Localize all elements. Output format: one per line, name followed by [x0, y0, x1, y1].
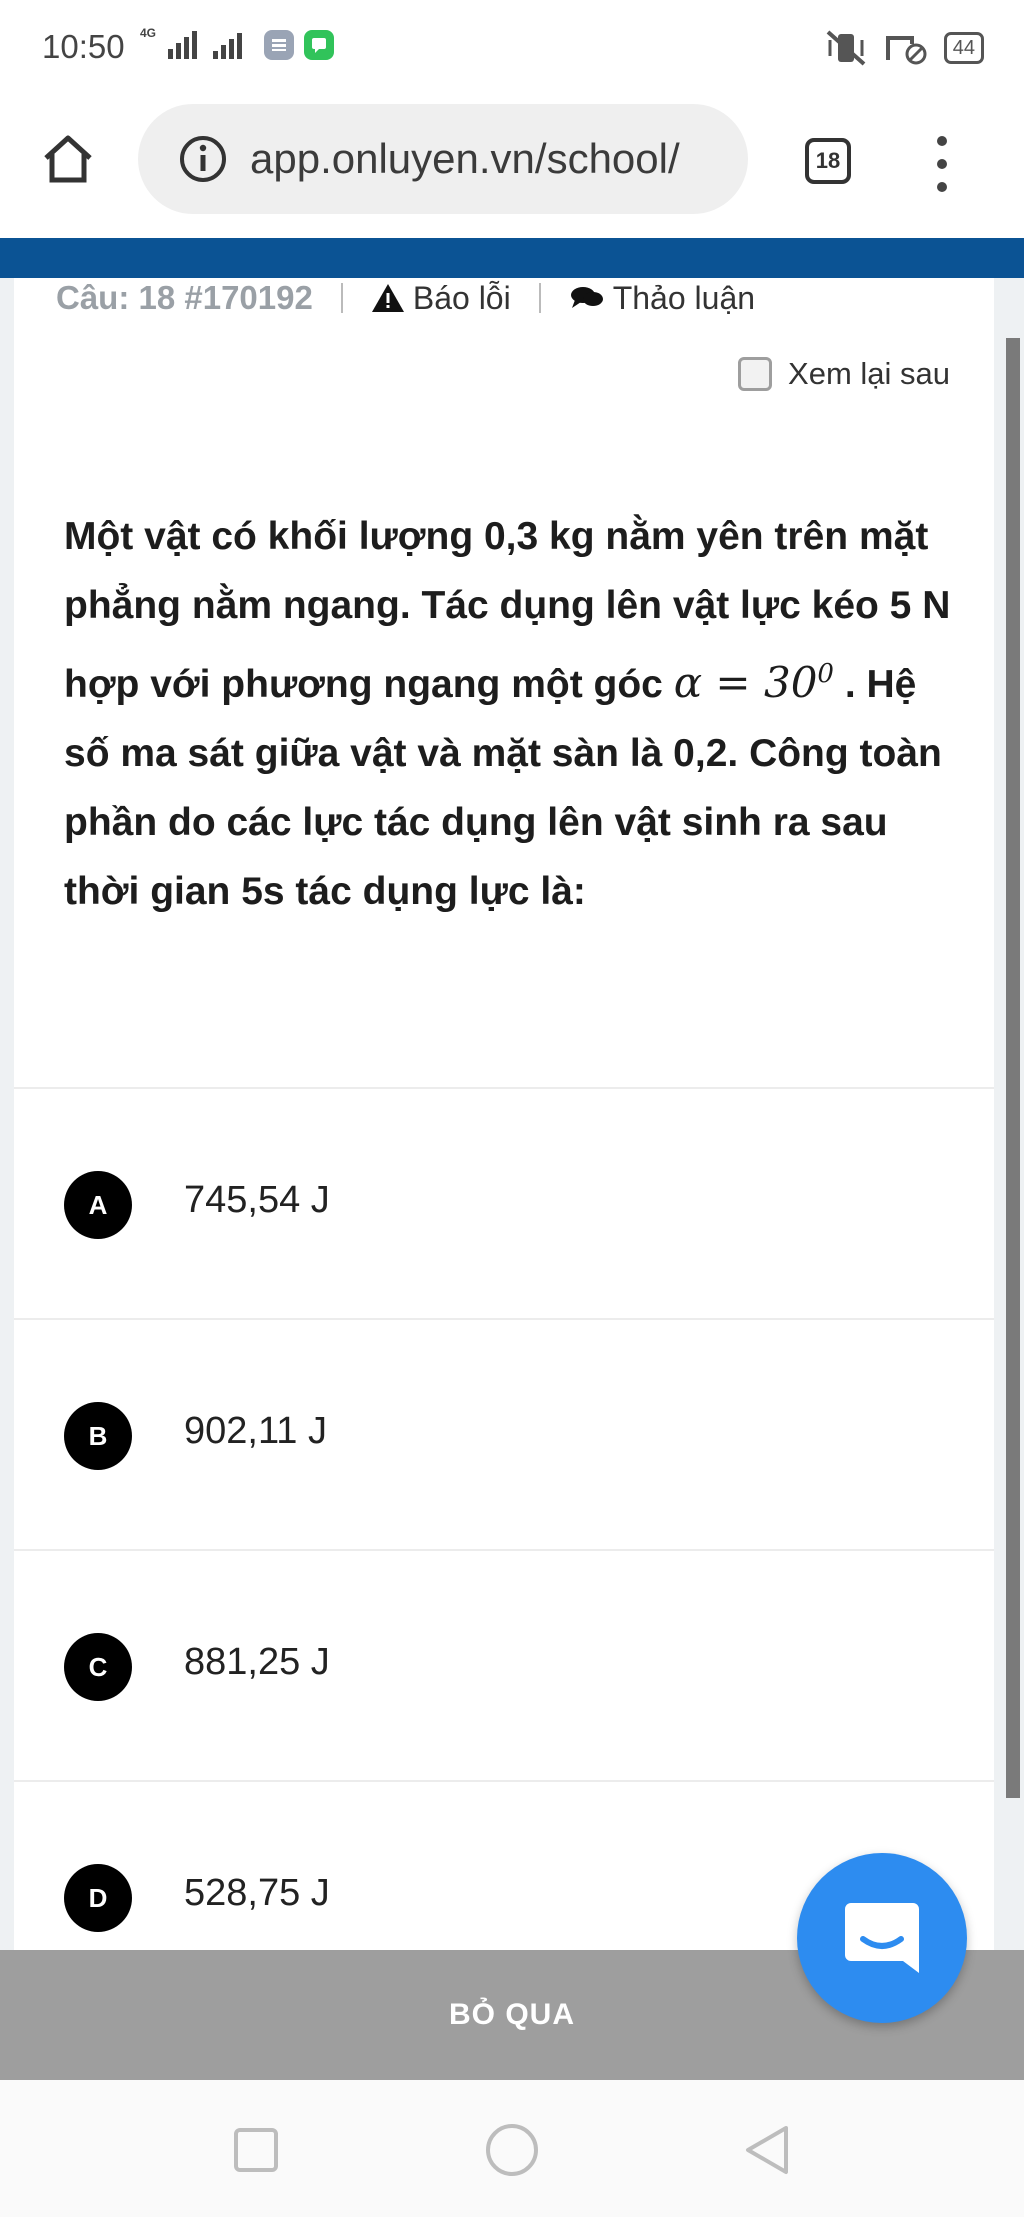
- answer-option-c[interactable]: C 881,25 J: [14, 1549, 994, 1780]
- math-exponent: 0: [817, 659, 834, 689]
- browser-toolbar: app.onluyen.vn/school/ 18: [0, 100, 1024, 238]
- answer-letter-badge: C: [64, 1633, 132, 1701]
- no-sim-icon: [885, 36, 927, 65]
- status-right-icons: 44: [824, 30, 984, 66]
- home-icon[interactable]: [40, 130, 96, 186]
- discussion-label: Thảo luận: [612, 279, 756, 316]
- app-notification-icon: [264, 30, 295, 60]
- browser-menu-button[interactable]: [930, 136, 954, 192]
- battery-indicator: 44: [943, 32, 984, 64]
- discussion-link[interactable]: Thảo luận: [569, 280, 755, 317]
- signal-icon: [168, 31, 198, 59]
- answer-list: A 745,54 J B 902,11 J C 881,25 J D 528,7…: [14, 1087, 994, 1950]
- divider: [340, 283, 343, 313]
- question-text: Một vật có khối lượng 0,3 kg nằm yên trê…: [64, 502, 964, 926]
- review-later-checkbox[interactable]: [738, 357, 773, 391]
- skip-label: BỎ QUA: [449, 1998, 575, 2031]
- math-expression: α = 300: [674, 658, 834, 707]
- menu-dot-icon: [937, 159, 947, 169]
- message-notification-icon: [304, 30, 335, 60]
- answer-letter-badge: D: [64, 1864, 132, 1932]
- menu-dot-icon: [937, 136, 947, 146]
- url-text: app.onluyen.vn/school/: [250, 135, 680, 182]
- system-nav-bar: [0, 2080, 1024, 2217]
- answer-text: 528,75 J: [184, 1872, 330, 1914]
- chat-icon: [845, 1903, 919, 1973]
- comments-icon: [570, 287, 603, 308]
- page-content: Câu: 18 #170192 Báo lỗi Thảo luận Xem lạ…: [0, 278, 1024, 1950]
- answer-text: 745,54 J: [184, 1179, 330, 1221]
- network-type-label: 4G: [140, 26, 157, 40]
- recent-apps-icon[interactable]: [226, 2120, 286, 2180]
- report-error-link[interactable]: Báo lỗi: [371, 280, 511, 317]
- page-header-strip: [0, 238, 1024, 278]
- page-scrollbar[interactable]: [1006, 338, 1020, 1798]
- warning-icon: [371, 284, 404, 312]
- home-nav-icon[interactable]: [482, 2120, 542, 2180]
- tab-switcher-button[interactable]: 18: [805, 138, 851, 184]
- report-error-label: Báo lỗi: [412, 279, 511, 316]
- status-bar: 10:50 4G 44: [0, 0, 1024, 100]
- answer-text: 902,11 J: [184, 1410, 327, 1452]
- answer-option-a[interactable]: A 745,54 J: [14, 1087, 994, 1318]
- answer-text: 881,25 J: [184, 1641, 330, 1683]
- address-bar[interactable]: app.onluyen.vn/school/: [138, 104, 748, 214]
- chat-button[interactable]: [797, 1853, 967, 2023]
- question-meta-row: Câu: 18 #170192 Báo lỗi Thảo luận: [56, 278, 755, 318]
- review-later-toggle[interactable]: Xem lại sau: [738, 356, 950, 392]
- math-alpha: α = 30: [673, 658, 818, 707]
- answer-letter-badge: A: [64, 1171, 132, 1239]
- back-nav-icon[interactable]: [738, 2120, 798, 2180]
- question-card: Câu: 18 #170192 Báo lỗi Thảo luận Xem lạ…: [14, 278, 994, 1950]
- info-icon[interactable]: [178, 134, 228, 184]
- signal-2-icon: [213, 31, 243, 59]
- status-left-icons: 4G: [140, 26, 335, 60]
- vibrate-muted-icon: [826, 30, 866, 66]
- menu-dot-icon: [937, 182, 947, 192]
- answer-option-b[interactable]: B 902,11 J: [14, 1318, 994, 1549]
- review-later-label: Xem lại sau: [788, 356, 950, 391]
- answer-letter-badge: B: [64, 1402, 132, 1470]
- status-time: 10:50: [42, 28, 125, 65]
- question-number: Câu: 18 #170192: [56, 279, 313, 316]
- divider: [538, 283, 541, 313]
